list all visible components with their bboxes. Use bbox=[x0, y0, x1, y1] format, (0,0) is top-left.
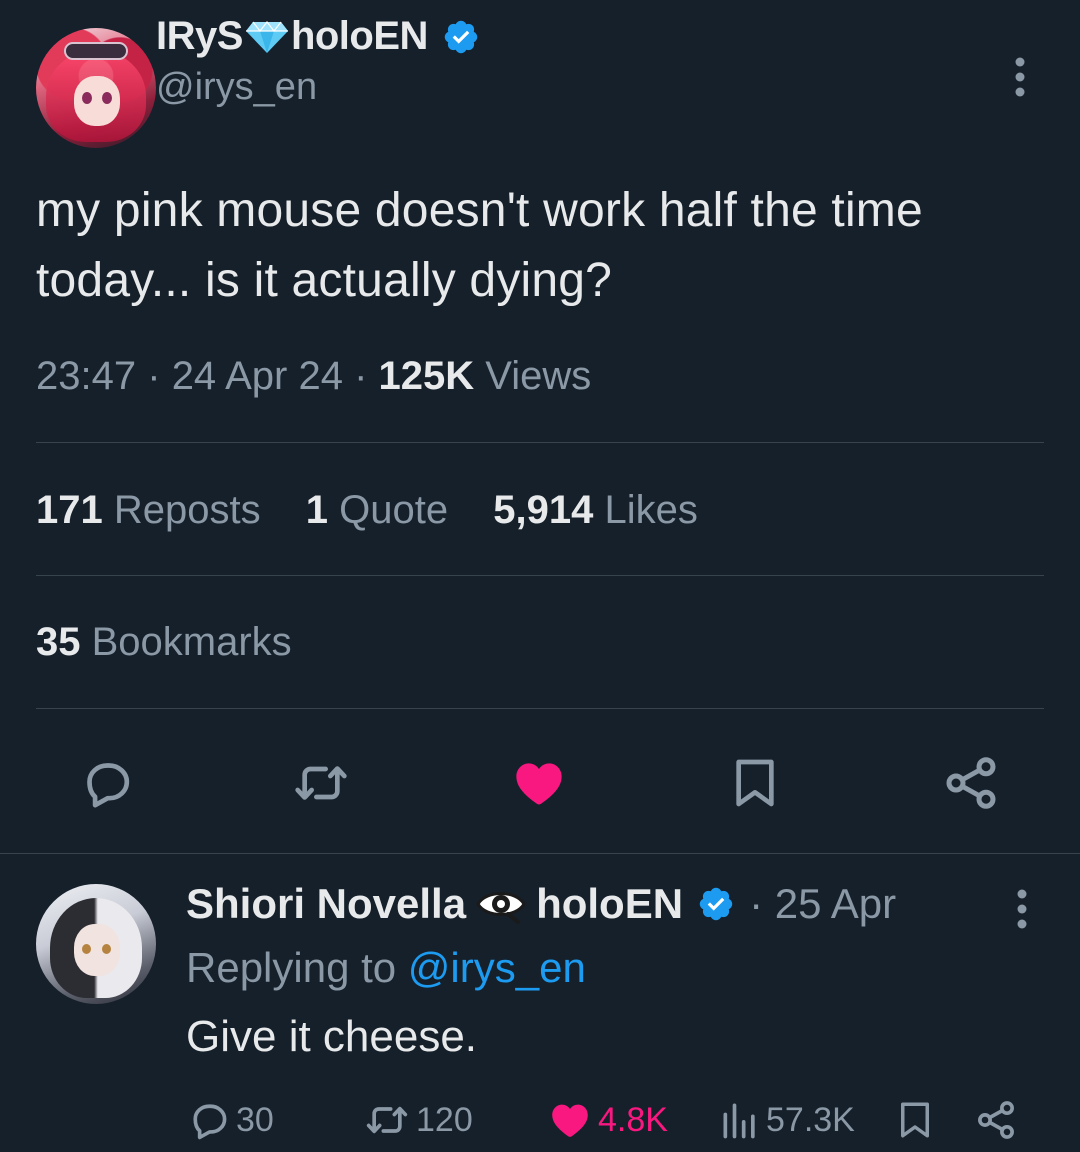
bookmark-button[interactable] bbox=[720, 748, 790, 818]
divider bbox=[36, 575, 1044, 576]
like-count: 4.8K bbox=[598, 1100, 668, 1139]
repost-icon bbox=[366, 1106, 408, 1134]
tweet-text: my pink mouse doesn't work half the time… bbox=[36, 184, 923, 307]
views-count: 125K bbox=[378, 354, 475, 398]
reply-text: Give it cheese. bbox=[186, 1012, 478, 1061]
meta-separator: · bbox=[147, 354, 161, 398]
tweet-date[interactable]: 24 Apr 24 bbox=[172, 354, 343, 398]
verified-icon bbox=[699, 887, 733, 921]
tweet-action-bar bbox=[36, 748, 1044, 818]
verified-icon bbox=[444, 20, 478, 53]
bookmark-icon bbox=[901, 1102, 929, 1138]
bookmarks-count: 35 bbox=[36, 620, 81, 664]
reply-count: 30 bbox=[236, 1100, 274, 1139]
reply-author-row[interactable]: Shiori Novella holoEN · 25 Apr bbox=[186, 880, 896, 928]
bookmarks-label: Bookmarks bbox=[91, 620, 292, 664]
quotes-label: Quote bbox=[339, 488, 449, 532]
quotes-count: 1 bbox=[305, 488, 328, 532]
tweet-meta: 23:47 · 24 Apr 24 · 125K Views bbox=[36, 354, 591, 399]
reply-date[interactable]: · 25 Apr bbox=[749, 880, 896, 928]
replying-prefix: Replying to bbox=[186, 944, 397, 991]
reply-bookmark-button[interactable] bbox=[894, 1092, 940, 1148]
reply-author-org: holoEN bbox=[536, 880, 684, 927]
share-button[interactable] bbox=[936, 748, 1006, 818]
reply-repost-button[interactable]: 120 bbox=[362, 1092, 473, 1148]
author-name-part1: IRyS bbox=[156, 14, 243, 58]
reposts-count: 171 bbox=[36, 488, 103, 532]
divider bbox=[36, 442, 1044, 443]
reply-reply-button[interactable]: 30 bbox=[186, 1092, 274, 1148]
tweet-stats: 171 Reposts 1 Quote 5,914 Likes bbox=[36, 488, 732, 533]
share-icon bbox=[978, 1101, 1014, 1139]
likes-count: 5,914 bbox=[493, 488, 594, 532]
bookmark-icon bbox=[736, 759, 774, 807]
views-icon bbox=[723, 1103, 755, 1139]
repost-button[interactable] bbox=[286, 748, 356, 818]
repost-icon bbox=[295, 766, 347, 800]
repost-count: 120 bbox=[416, 1100, 473, 1139]
reply-action-bar: 30 120 4.8K 57.3K bbox=[186, 1092, 1026, 1148]
reply-button[interactable] bbox=[72, 748, 142, 818]
views-count: 57.3K bbox=[766, 1100, 855, 1139]
share-icon bbox=[946, 757, 996, 809]
like-icon bbox=[552, 1104, 588, 1137]
reply-author-name: Shiori Novella bbox=[186, 880, 467, 927]
views-label: Views bbox=[485, 354, 592, 398]
likes-stat[interactable]: 5,914 Likes bbox=[493, 488, 698, 533]
replying-to: Replying to @irys_en bbox=[186, 944, 586, 992]
avatar[interactable] bbox=[36, 28, 156, 148]
reply-icon bbox=[193, 1104, 227, 1140]
reply-avatar[interactable] bbox=[36, 884, 156, 1004]
author-name-row[interactable]: IRyS holoEN bbox=[156, 14, 480, 59]
tweet-detail-page: IRyS holoEN @irys_en my pink mouse doesn… bbox=[0, 0, 1080, 1152]
more-icon[interactable] bbox=[1010, 888, 1034, 930]
bookmarks-stat[interactable]: 35 Bookmarks bbox=[36, 620, 292, 665]
more-icon[interactable] bbox=[1008, 56, 1032, 98]
reposts-label: Reposts bbox=[113, 488, 261, 532]
like-button[interactable] bbox=[504, 748, 574, 818]
likes-label: Likes bbox=[604, 488, 698, 532]
replying-handle-link[interactable]: @irys_en bbox=[408, 944, 586, 991]
tweet-time[interactable]: 23:47 bbox=[36, 354, 136, 398]
meta-separator: · bbox=[354, 354, 368, 398]
reply-views-button[interactable]: 57.3K bbox=[718, 1092, 855, 1148]
reply-like-button[interactable]: 4.8K bbox=[546, 1092, 668, 1148]
section-divider bbox=[0, 853, 1080, 854]
eye-icon bbox=[476, 892, 526, 924]
reply-icon bbox=[87, 763, 130, 808]
author-handle[interactable]: @irys_en bbox=[156, 66, 317, 109]
gem-icon bbox=[245, 20, 288, 53]
reply-share-button[interactable] bbox=[974, 1092, 1022, 1148]
like-icon bbox=[516, 763, 562, 805]
author-name-part2: holoEN bbox=[290, 14, 428, 58]
reposts-stat[interactable]: 171 Reposts bbox=[36, 488, 261, 533]
divider bbox=[36, 708, 1044, 709]
quotes-stat[interactable]: 1 Quote bbox=[306, 488, 448, 533]
